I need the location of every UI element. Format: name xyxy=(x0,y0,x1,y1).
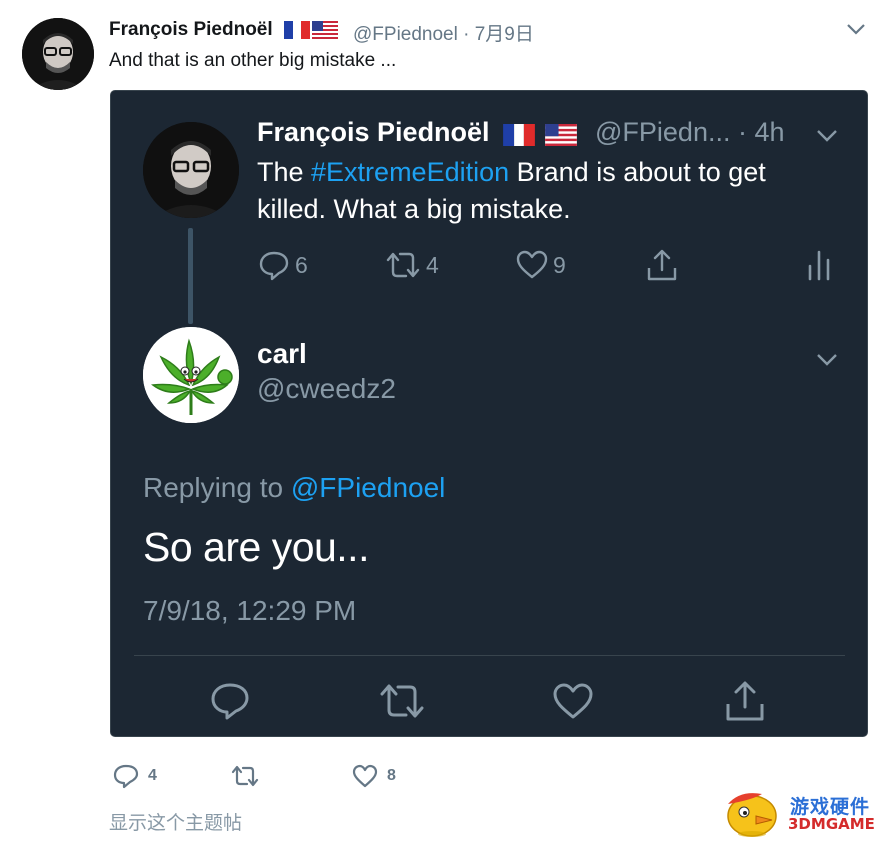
france-flag-icon xyxy=(283,20,310,39)
share-icon[interactable] xyxy=(723,680,767,722)
flag-group xyxy=(503,118,579,149)
france-flag-icon xyxy=(503,124,535,147)
parent-reply-button[interactable]: 6 xyxy=(257,247,308,283)
replying-to-mention[interactable]: @FPiednoel xyxy=(291,472,446,503)
retweet-icon xyxy=(231,765,259,787)
us-flag-icon xyxy=(545,124,577,147)
like-icon[interactable] xyxy=(551,680,595,722)
retweet-icon[interactable] xyxy=(378,680,426,722)
parent-author-name[interactable]: François Piednoël xyxy=(257,117,579,149)
reply-icon xyxy=(113,764,139,789)
author-name[interactable]: François Piednoël xyxy=(109,19,340,41)
replying-to-label: Replying to xyxy=(143,472,291,503)
reply-timestamp[interactable]: 7/9/18, 12:29 PM xyxy=(143,595,356,627)
reply-author-avatar[interactable] xyxy=(143,327,239,423)
reply-author-name[interactable]: carl xyxy=(257,338,307,370)
like-count: 8 xyxy=(387,767,396,784)
chevron-down-icon[interactable] xyxy=(846,22,866,36)
parent-tweet-text: The #ExtremeEdition Brand is about to ge… xyxy=(257,154,837,228)
share-icon xyxy=(647,249,677,281)
watermark-en-text: 3DMGAME xyxy=(788,815,875,833)
reply-count: 4 xyxy=(148,767,157,784)
parent-like-button[interactable]: 9 xyxy=(515,247,566,283)
us-flag-icon xyxy=(311,20,338,39)
site-watermark: 游戏硬件 3DMGAME xyxy=(722,782,882,840)
reply-icon xyxy=(259,251,289,281)
reply-author-handle[interactable]: @cweedz2 xyxy=(257,373,396,405)
hashtag-link[interactable]: #ExtremeEdition xyxy=(311,157,509,187)
tweet-text: And that is an other big mistake ... xyxy=(109,50,397,71)
like-icon xyxy=(516,250,548,279)
parent-author-avatar[interactable] xyxy=(143,122,239,218)
like-count: 9 xyxy=(553,251,566,278)
divider xyxy=(134,655,845,656)
reply-count: 6 xyxy=(295,251,308,278)
chevron-down-icon[interactable] xyxy=(815,128,839,144)
show-thread-link[interactable]: 显示这个主题帖 xyxy=(109,808,242,835)
analytics-icon xyxy=(808,250,830,281)
author-handle-date[interactable]: @FPiednoel · 7月9日 xyxy=(353,19,534,46)
parent-author-name-text[interactable]: François Piednoël xyxy=(257,117,490,147)
reply-button[interactable]: 4 xyxy=(112,762,157,790)
parent-text-start: The xyxy=(257,157,312,187)
retweet-icon xyxy=(386,252,420,278)
parent-share-button[interactable] xyxy=(645,247,679,283)
flag-group xyxy=(283,19,340,41)
chevron-down-icon[interactable] xyxy=(815,352,839,368)
like-icon xyxy=(352,764,378,788)
parent-handle-time[interactable]: @FPiedn... · 4h xyxy=(595,117,785,148)
reply-icon[interactable] xyxy=(208,680,252,722)
retweet-count: 4 xyxy=(426,251,439,278)
thread-connector-line xyxy=(188,228,193,324)
reply-tweet-text: So are you... xyxy=(143,524,369,570)
author-name-text[interactable]: François Piednoël xyxy=(109,19,273,40)
parent-analytics-button[interactable] xyxy=(806,247,832,283)
parent-retweet-button[interactable]: 4 xyxy=(384,247,439,283)
like-button[interactable]: 8 xyxy=(351,762,396,790)
replying-to-line: Replying to @FPiednoel xyxy=(143,472,445,504)
retweet-button[interactable] xyxy=(230,762,268,790)
author-avatar[interactable] xyxy=(22,18,94,90)
mascot-bird-icon xyxy=(727,793,777,837)
